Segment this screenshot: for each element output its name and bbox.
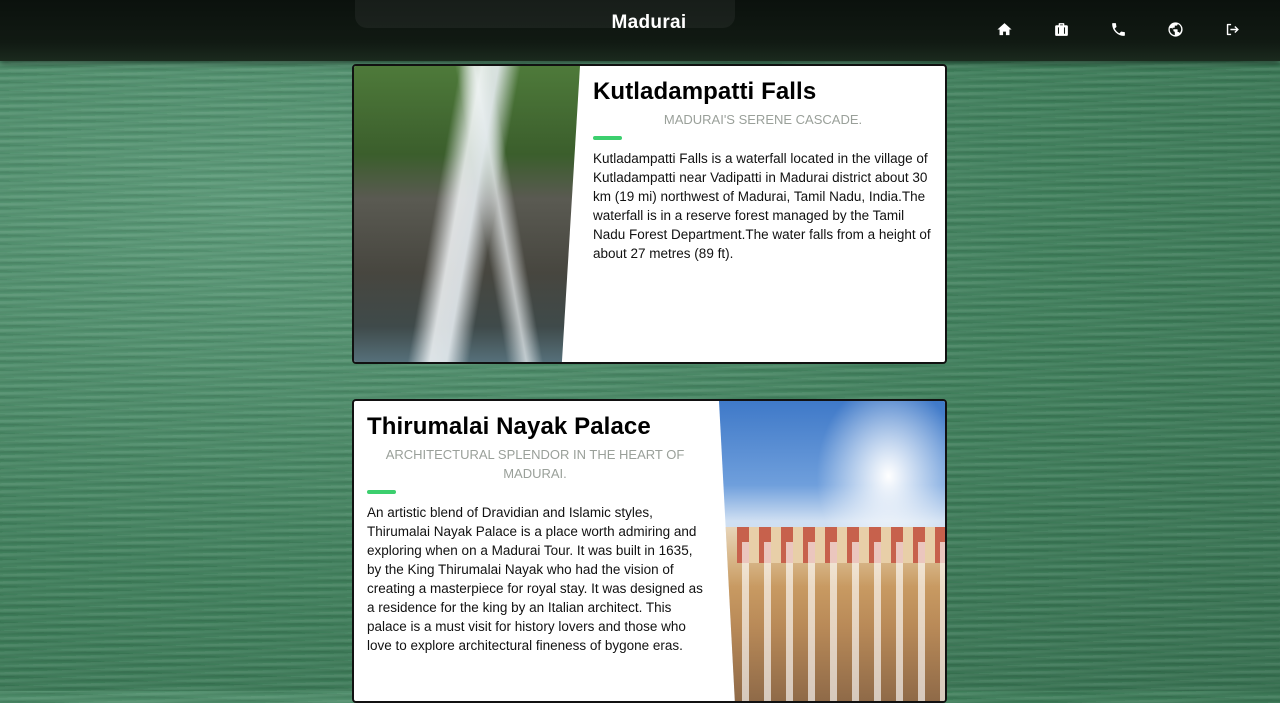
place-subtitle: ARCHITECTURAL SPLENDOR IN THE HEART OF M…: [385, 447, 685, 481]
place-card-content: Thirumalai Nayak Palace ARCHITECTURAL SP…: [367, 401, 703, 655]
place-card-thirumalai-nayak-palace: Thirumalai Nayak Palace ARCHITECTURAL SP…: [352, 399, 947, 703]
place-card-content: Kutladampatti Falls MADURAI'S SERENE CAS…: [593, 66, 933, 263]
nav-contact-button[interactable]: [1090, 19, 1147, 39]
nav-menu: [976, 19, 1261, 39]
place-title: Kutladampatti Falls: [593, 78, 817, 105]
nav-packages-button[interactable]: [1033, 19, 1090, 39]
place-title: Thirumalai Nayak Palace: [367, 413, 651, 440]
place-description: An artistic blend of Dravidian and Islam…: [367, 505, 703, 653]
phone-icon: [1112, 22, 1125, 36]
top-navbar: Madurai: [0, 0, 1280, 61]
palace-photo: [719, 401, 945, 701]
briefcase-icon: [1055, 22, 1068, 36]
place-subtitle: MADURAI'S SERENE CASCADE.: [663, 112, 863, 127]
logout-icon: [1226, 23, 1239, 35]
place-card-kutladampatti-falls: Kutladampatti Falls MADURAI'S SERENE CAS…: [352, 64, 947, 364]
accent-divider: [593, 136, 622, 140]
nav-home-button[interactable]: [976, 19, 1033, 39]
nav-logout-button[interactable]: [1204, 19, 1261, 39]
waterfall-photo: [354, 66, 580, 362]
palace-columns: [741, 542, 945, 701]
nav-explore-button[interactable]: [1147, 19, 1204, 39]
place-description: Kutladampatti Falls is a waterfall locat…: [593, 151, 931, 261]
accent-divider: [367, 490, 396, 494]
globe-icon: [1168, 21, 1183, 37]
home-icon: [997, 22, 1012, 35]
